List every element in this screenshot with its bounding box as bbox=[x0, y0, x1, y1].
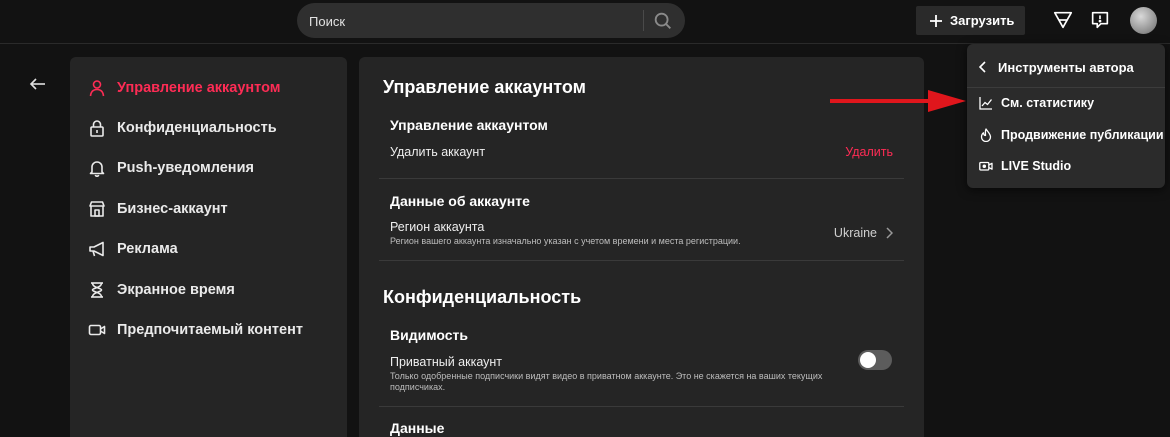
back-arrow-icon[interactable] bbox=[28, 74, 48, 94]
inbox-filter-icon[interactable] bbox=[1052, 9, 1074, 31]
menu-item-view-analytics[interactable]: См. статистику bbox=[979, 93, 1094, 113]
divider bbox=[379, 178, 904, 179]
creator-tools-title: Инструменты автора bbox=[998, 59, 1134, 75]
chevron-right-icon bbox=[886, 227, 893, 239]
sidebar-item-label: Управление аккаунтом bbox=[117, 80, 281, 96]
account-data-title: Данные об аккаунте bbox=[390, 193, 530, 209]
creator-tools-menu: Инструменты автора См. статистику Продви… bbox=[967, 44, 1165, 188]
sidebar-item-push[interactable]: Push-уведомления bbox=[88, 156, 254, 180]
account-section-title: Управление аккаунтом bbox=[383, 77, 586, 97]
flame-icon bbox=[980, 128, 992, 142]
menu-item-label: См. статистику bbox=[1001, 96, 1095, 110]
live-camera-icon bbox=[979, 161, 993, 171]
sidebar-item-content[interactable]: Предпочитаемый контент bbox=[88, 318, 303, 342]
private-account-hint-continued: подписчиках. bbox=[390, 382, 446, 392]
sidebar-item-label: Бизнес-аккаунт bbox=[117, 201, 228, 217]
upload-button[interactable]: Загрузить bbox=[916, 6, 1025, 35]
menu-item-live-studio[interactable]: LIVE Studio bbox=[979, 156, 1071, 176]
annotation-arrow bbox=[830, 90, 966, 112]
chart-icon bbox=[979, 97, 993, 110]
search-divider bbox=[643, 10, 644, 31]
private-account-hint: Только одобренные подписчики видят видео… bbox=[390, 371, 823, 381]
account-subtitle: Управление аккаунтом bbox=[390, 117, 548, 133]
sidebar-item-account[interactable]: Управление аккаунтом bbox=[88, 76, 281, 100]
sidebar-item-label: Push-уведомления bbox=[117, 160, 254, 176]
region-selector[interactable]: Ukraine bbox=[834, 226, 893, 240]
delete-account-button[interactable]: Удалить bbox=[845, 145, 893, 159]
search-input[interactable] bbox=[309, 11, 629, 31]
hourglass-icon bbox=[91, 282, 103, 298]
sidebar-item-privacy[interactable]: Конфиденциальность bbox=[88, 116, 277, 140]
plus-icon bbox=[930, 14, 942, 27]
sidebar-item-ads[interactable]: Реклама bbox=[88, 237, 178, 261]
region-hint: Регион вашего аккаунта изначально указан… bbox=[390, 236, 741, 246]
sidebar-item-label: Реклама bbox=[117, 241, 178, 257]
video-camera-icon bbox=[88, 324, 106, 336]
bell-icon bbox=[89, 161, 105, 177]
menu-item-label: LIVE Studio bbox=[1001, 159, 1072, 173]
search-icon[interactable] bbox=[652, 10, 674, 32]
chevron-left-icon bbox=[979, 61, 986, 73]
toggle-knob bbox=[860, 352, 876, 368]
person-icon bbox=[89, 80, 105, 97]
private-account-label: Приватный аккаунт bbox=[390, 355, 503, 369]
divider bbox=[379, 260, 904, 261]
search-bar bbox=[297, 3, 685, 38]
sidebar-item-label: Конфиденциальность bbox=[117, 120, 277, 136]
region-label: Регион аккаунта bbox=[390, 220, 485, 234]
upload-button-label: Загрузить bbox=[950, 13, 1015, 28]
delete-account-label: Удалить аккаунт bbox=[390, 145, 486, 159]
sidebar-item-label: Предпочитаемый контент bbox=[117, 322, 303, 338]
divider bbox=[379, 406, 904, 407]
visibility-title: Видимость bbox=[390, 327, 468, 343]
privacy-section-title: Конфиденциальность bbox=[383, 287, 582, 307]
data-title: Данные bbox=[390, 420, 445, 436]
messages-icon[interactable] bbox=[1089, 9, 1111, 31]
menu-item-label: Продвижение публикации bbox=[1001, 128, 1164, 142]
settings-sidebar: Управление аккаунтом Конфиденциальность … bbox=[70, 57, 347, 437]
private-account-toggle[interactable] bbox=[858, 350, 892, 370]
sidebar-item-screen-time[interactable]: Экранное время bbox=[88, 278, 235, 302]
menu-item-promote[interactable]: Продвижение публикации bbox=[979, 125, 1164, 145]
lock-icon bbox=[90, 120, 104, 137]
top-bar: Загрузить bbox=[0, 0, 1170, 44]
sidebar-item-business[interactable]: Бизнес-аккаунт bbox=[88, 197, 228, 221]
megaphone-icon bbox=[89, 241, 104, 257]
sidebar-item-label: Экранное время bbox=[117, 282, 235, 298]
avatar[interactable] bbox=[1130, 7, 1157, 34]
divider bbox=[967, 87, 1165, 88]
creator-tools-back[interactable]: Инструменты автора bbox=[979, 57, 1134, 77]
region-value: Ukraine bbox=[833, 226, 877, 240]
shop-icon bbox=[89, 201, 105, 217]
